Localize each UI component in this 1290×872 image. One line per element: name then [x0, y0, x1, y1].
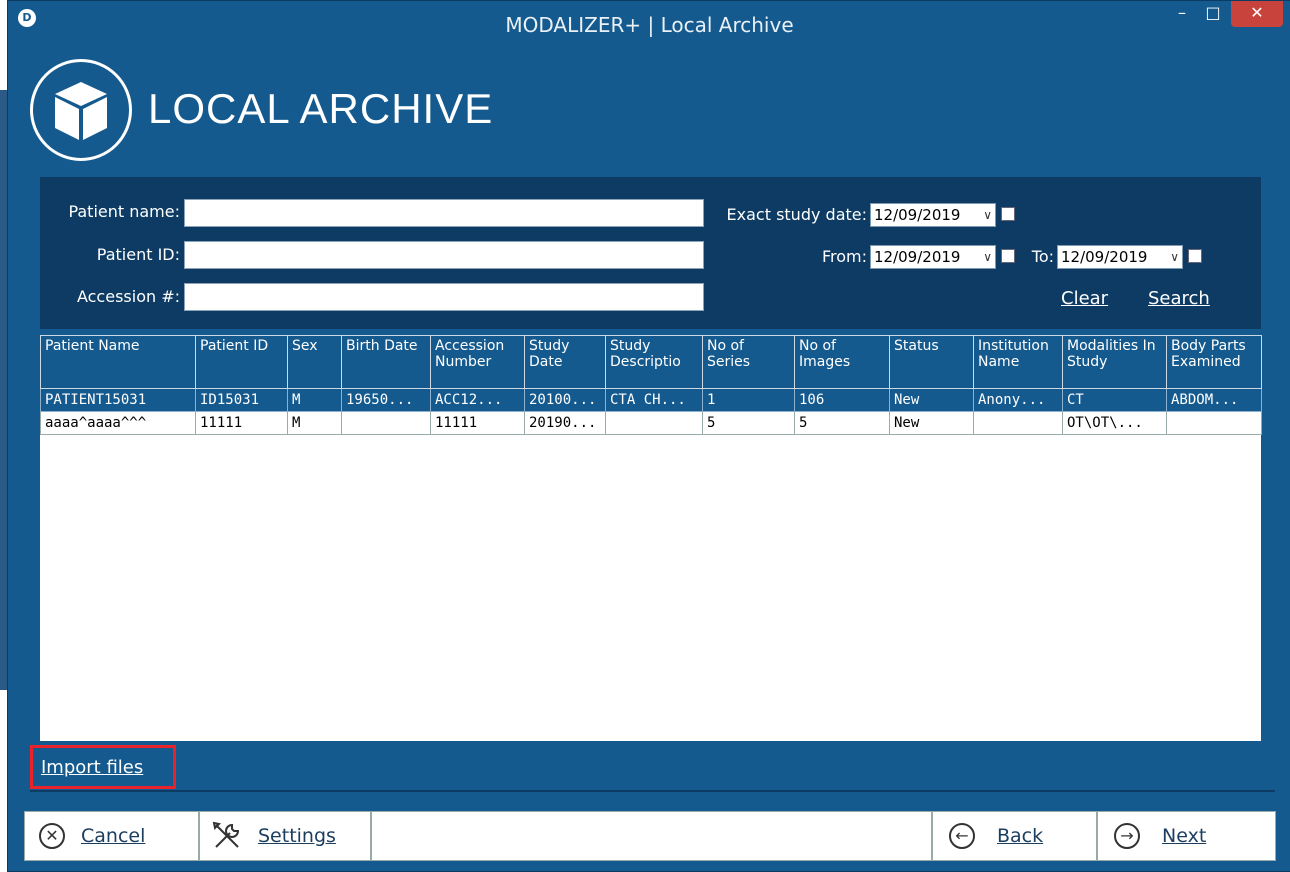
table-cell: 5 — [702, 411, 795, 435]
cancel-label: Cancel — [81, 825, 146, 847]
column-header[interactable]: Institution Name — [973, 335, 1063, 389]
title-bar[interactable]: D MODALIZER+ | Local Archive – □ ✕ — [8, 1, 1290, 53]
table-cell: ABDOM... — [1166, 388, 1262, 412]
studies-table: Patient Name Patient ID Sex Birth Date A… — [40, 335, 1262, 741]
minimize-button[interactable]: – — [1168, 1, 1196, 27]
table-cell: ID15031 — [195, 388, 288, 412]
search-link[interactable]: Search — [1148, 288, 1210, 309]
table-cell: PATIENT15031 — [40, 388, 196, 412]
window-title: MODALIZER+ | Local Archive — [505, 13, 794, 37]
to-date-picker[interactable]: 12/09/2019 ∨ — [1057, 245, 1183, 269]
arrow-left-circle-icon: ← — [949, 823, 975, 849]
exact-study-date-label: Exact study date: — [726, 205, 867, 224]
close-circle-icon: ✕ — [39, 823, 65, 849]
table-cell: 5 — [794, 411, 890, 435]
table-cell: ACC12... — [430, 388, 525, 412]
table-cell: 20100... — [524, 388, 606, 412]
search-filters-panel: Patient name: Patient ID: Accession #: E… — [40, 177, 1261, 329]
table-cell — [1166, 411, 1262, 435]
close-button[interactable]: ✕ — [1231, 1, 1283, 27]
table-row[interactable]: PATIENT15031 ID15031 M 19650... ACC12...… — [40, 388, 1262, 412]
column-header[interactable]: Study Descriptio — [605, 335, 703, 389]
table-cell: CT — [1062, 388, 1167, 412]
to-date-checkbox[interactable] — [1188, 249, 1202, 263]
from-date-value: 12/09/2019 — [874, 248, 961, 266]
table-cell — [341, 411, 431, 435]
settings-label: Settings — [258, 825, 336, 847]
table-cell: 19650... — [341, 388, 431, 412]
table-cell: CTA CH... — [605, 388, 703, 412]
from-date-label: From: — [821, 247, 867, 266]
accession-label: Accession #: — [76, 287, 180, 306]
table-cell: New — [889, 388, 974, 412]
to-date-label: To: — [1031, 247, 1054, 266]
exact-study-date-picker[interactable]: 12/09/2019 ∨ — [870, 203, 996, 227]
local-archive-window: D MODALIZER+ | Local Archive – □ ✕ LOCAL… — [7, 0, 1290, 872]
exact-study-date-checkbox[interactable] — [1001, 207, 1015, 221]
button-bar-spacer — [371, 811, 932, 861]
table-cell: aaaa^aaaa^^^ — [40, 411, 196, 435]
import-files-link[interactable]: Import files — [41, 757, 143, 778]
divider — [30, 790, 1275, 792]
next-button[interactable]: → Next — [1097, 811, 1276, 861]
patient-id-label: Patient ID: — [96, 245, 180, 264]
exact-study-date-value: 12/09/2019 — [874, 206, 961, 224]
archive-cube-icon — [30, 59, 132, 161]
table-header-row: Patient Name Patient ID Sex Birth Date A… — [40, 335, 1262, 389]
wrench-screwdriver-icon — [210, 819, 244, 858]
table-cell — [973, 411, 1063, 435]
chevron-down-icon: ∨ — [1170, 250, 1179, 264]
table-cell: 11111 — [430, 411, 525, 435]
accession-input[interactable] — [184, 283, 704, 311]
from-date-checkbox[interactable] — [1001, 249, 1015, 263]
from-date-picker[interactable]: 12/09/2019 ∨ — [870, 245, 996, 269]
column-header[interactable]: Patient Name — [40, 335, 196, 389]
maximize-button[interactable]: □ — [1198, 1, 1228, 27]
table-cell: OT\OT\... — [1062, 411, 1167, 435]
patient-name-input[interactable] — [184, 199, 704, 227]
column-header[interactable]: Body Parts Examined — [1166, 335, 1262, 389]
import-files-highlight: Import files — [30, 745, 176, 789]
back-button[interactable]: ← Back — [932, 811, 1097, 861]
table-cell: M — [287, 411, 342, 435]
patient-name-label: Patient name: — [68, 202, 180, 221]
chevron-down-icon: ∨ — [983, 250, 992, 264]
table-cell — [605, 411, 703, 435]
table-cell: 106 — [794, 388, 890, 412]
back-label: Back — [997, 825, 1044, 847]
patient-id-input[interactable] — [184, 241, 704, 269]
table-cell: 11111 — [195, 411, 288, 435]
column-header[interactable]: Sex — [287, 335, 342, 389]
chevron-down-icon: ∨ — [983, 208, 992, 222]
table-cell: 20190... — [524, 411, 606, 435]
column-header[interactable]: No of Images — [794, 335, 890, 389]
bottom-button-bar: ✕ Cancel Settings ← Back → Next — [24, 811, 1276, 861]
cancel-button[interactable]: ✕ Cancel — [24, 811, 199, 861]
table-cell: 1 — [702, 388, 795, 412]
column-header[interactable]: Modalities In Study — [1062, 335, 1167, 389]
to-date-value: 12/09/2019 — [1061, 248, 1148, 266]
arrow-right-circle-icon: → — [1114, 823, 1140, 849]
column-header[interactable]: Patient ID — [195, 335, 288, 389]
next-label: Next — [1162, 825, 1207, 847]
page-title: LOCAL ARCHIVE — [148, 85, 494, 132]
column-header[interactable]: Status — [889, 335, 974, 389]
column-header[interactable]: No of Series — [702, 335, 795, 389]
settings-button[interactable]: Settings — [199, 811, 371, 861]
table-cell: Anony... — [973, 388, 1063, 412]
column-header[interactable]: Study Date — [524, 335, 606, 389]
table-cell: M — [287, 388, 342, 412]
clear-link[interactable]: Clear — [1061, 288, 1108, 309]
table-row[interactable]: aaaa^aaaa^^^ 11111 M 11111 20190... 5 5 … — [40, 411, 1262, 435]
column-header[interactable]: Accession Number — [430, 335, 525, 389]
table-cell: New — [889, 411, 974, 435]
column-header[interactable]: Birth Date — [341, 335, 431, 389]
